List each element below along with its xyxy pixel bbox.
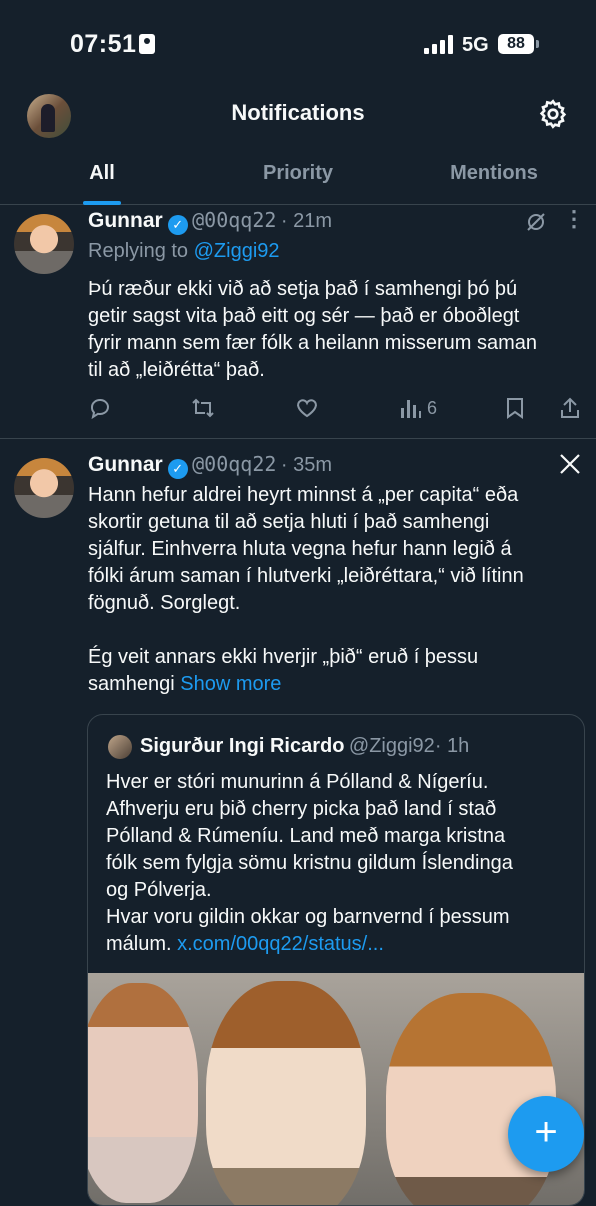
status-bar: 07:51 5G 88 <box>0 0 596 90</box>
views-count: 6 <box>427 398 438 418</box>
network-label: 5G <box>462 34 489 56</box>
quoted-author-handle: @Ziggi92 <box>348 735 435 757</box>
person-icon <box>139 34 155 54</box>
tweet-header: Gunnar ✓ @00qq22 · 21m <box>88 208 332 235</box>
tweet-time: · 35m <box>280 454 332 476</box>
tweet-author-handle[interactable]: @00qq22 <box>192 208 276 232</box>
tweet-header: Gunnar ✓ @00qq22 · 35m <box>88 452 332 479</box>
quoted-photo[interactable] <box>88 973 584 1205</box>
quoted-header: Sigurður Ingi Ricardo @Ziggi92· 1h <box>140 735 469 758</box>
quoted-time: · 1h <box>434 735 470 757</box>
quoted-author-avatar <box>108 735 132 759</box>
battery-icon: 88 <box>498 34 534 54</box>
tweet-author-avatar[interactable] <box>14 458 74 518</box>
share-icon[interactable] <box>558 396 582 420</box>
bookmark-icon[interactable] <box>504 396 526 420</box>
reply-icon[interactable] <box>88 396 112 420</box>
compose-button[interactable]: + <box>508 1096 584 1172</box>
divider <box>0 438 596 439</box>
tweet-text: Hann hefur aldrei heyrt minnst á „per ca… <box>88 484 524 695</box>
grok-icon[interactable] <box>524 210 548 234</box>
more-options-icon[interactable]: ⋮ <box>563 206 586 232</box>
tweet-time: · 21m <box>280 210 332 232</box>
x-logo-icon <box>560 454 580 474</box>
replying-to-link[interactable]: @Ziggi92 <box>194 240 280 262</box>
tab-all[interactable]: All <box>56 162 148 185</box>
quoted-text: Hver er stóri munurinn á Pólland & Níger… <box>106 771 513 955</box>
page-title: Notifications <box>231 100 365 125</box>
quoted-author-name: Sigurður Ingi Ricardo <box>140 735 345 757</box>
status-time: 07:51 <box>70 30 137 58</box>
tab-mentions[interactable]: Mentions <box>430 162 558 185</box>
tweet-author-name[interactable]: Gunnar <box>88 453 163 476</box>
settings-gear-icon[interactable] <box>537 98 569 130</box>
signal-icon <box>424 34 456 54</box>
battery-tip <box>536 40 539 48</box>
show-more-link[interactable]: Show more <box>180 673 281 695</box>
active-tab-indicator <box>83 201 121 205</box>
verified-badge-icon: ✓ <box>167 459 188 479</box>
retweet-icon[interactable] <box>190 396 216 420</box>
tab-priority[interactable]: Priority <box>232 162 364 185</box>
like-icon[interactable] <box>295 396 319 420</box>
tab-bar: All Priority Mentions <box>0 140 596 205</box>
tweet-author-name[interactable]: Gunnar <box>88 209 163 232</box>
tweet-author-avatar[interactable] <box>14 214 74 274</box>
tweet-text: Þú ræður ekki við að setja það í samheng… <box>88 278 538 381</box>
tweet-author-handle[interactable]: @00qq22 <box>192 452 276 476</box>
views-icon[interactable] <box>400 396 422 420</box>
quoted-status-link[interactable]: x.com/00qq22/status/... <box>177 933 384 955</box>
replying-to: Replying to @Ziggi92 <box>88 240 280 262</box>
verified-badge-icon: ✓ <box>167 215 188 235</box>
